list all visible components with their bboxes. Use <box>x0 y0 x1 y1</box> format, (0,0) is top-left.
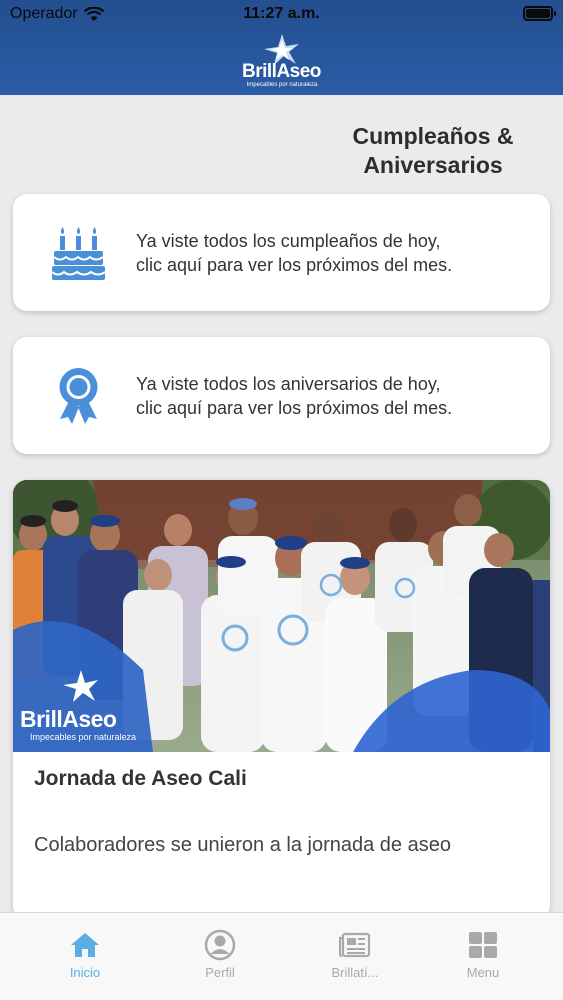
section-title-line2: Aniversarios <box>363 152 503 178</box>
home-icon <box>71 933 99 957</box>
status-bar: Operador 11:27 a.m. <box>0 0 563 28</box>
tab-menu[interactable]: Menu <box>413 913 553 1000</box>
grid-icon <box>469 932 497 958</box>
anniversaries-card[interactable]: Ya viste todos los aniversarios de hoy, … <box>13 337 550 454</box>
birthdays-line2: clic aquí para ver los próximos del mes. <box>136 255 453 275</box>
birthdays-message: Ya viste todos los cumpleaños de hoy, cl… <box>136 229 536 277</box>
section-title: Cumpleaños & Aniversarios <box>223 122 523 180</box>
app-header: Operador 11:27 a.m. BrillAseo Impecables… <box>0 0 563 95</box>
news-title: Jornada de Aseo Cali <box>34 767 247 790</box>
brand-logo: BrillAseo Impecables por naturaleza <box>230 32 334 92</box>
award-ribbon-icon <box>59 368 98 424</box>
newspaper-icon <box>339 932 371 958</box>
tab-perfil[interactable]: Perfil <box>150 913 290 1000</box>
tab-bar: Inicio Perfil Brillatí... Menu <box>0 912 563 1000</box>
anniversaries-line2: clic aquí para ver los próximos del mes. <box>136 398 453 418</box>
anniversaries-message: Ya viste todos los aniversarios de hoy, … <box>136 372 536 420</box>
section-title-line1: Cumpleaños & <box>352 123 514 149</box>
photo-logo-brand: BrillAseo <box>20 706 117 732</box>
photo-logo-tagline: Impecables por naturaleza <box>30 732 137 742</box>
news-description: Colaboradores se unieron a la jornada de… <box>34 834 451 856</box>
news-card[interactable]: BrillAseo Impecables por naturaleza Jorn… <box>13 480 550 920</box>
battery-icon <box>523 6 556 21</box>
tab-inicio-label: Inicio <box>69 965 101 980</box>
logo-brand-text: BrillAseo <box>242 61 321 82</box>
anniversaries-line1: Ya viste todos los aniversarios de hoy, <box>136 374 441 394</box>
logo-tagline: Impecables por naturaleza <box>246 82 318 88</box>
news-photo[interactable]: BrillAseo Impecables por naturaleza <box>13 480 550 752</box>
birthday-cake-icon <box>51 227 106 280</box>
clock: 11:27 a.m. <box>243 5 320 22</box>
tab-menu-label: Menu <box>466 965 500 980</box>
tab-inicio[interactable]: Inicio <box>15 913 155 1000</box>
profile-icon <box>204 929 236 961</box>
tab-brillati[interactable]: Brillatí... <box>285 913 425 1000</box>
birthdays-card[interactable]: Ya viste todos los cumpleaños de hoy, cl… <box>13 194 550 311</box>
birthdays-line1: Ya viste todos los cumpleaños de hoy, <box>136 231 441 251</box>
tab-brillati-label: Brillatí... <box>331 965 379 980</box>
tab-perfil-label: Perfil <box>205 965 235 980</box>
